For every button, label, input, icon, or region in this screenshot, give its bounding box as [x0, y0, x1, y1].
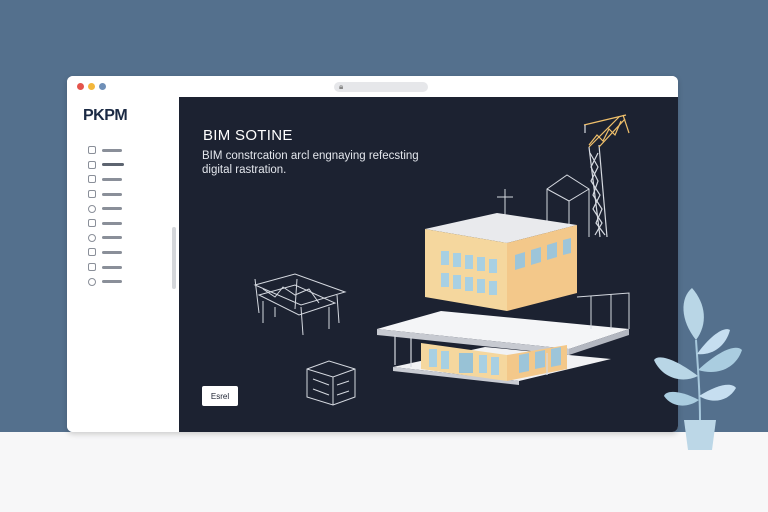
sidebar-item-4[interactable] — [88, 187, 124, 202]
circle-icon — [88, 233, 96, 242]
sidebar-item-5[interactable] — [88, 201, 124, 216]
pencil-icon — [88, 160, 96, 169]
folder-icon — [88, 190, 96, 199]
chart-icon — [88, 204, 96, 213]
sidebar: PKPM — [67, 97, 179, 432]
frame-cage-illustration — [306, 360, 356, 406]
sidebar-item-6[interactable] — [88, 216, 124, 231]
lock-icon: 🔒︎ — [339, 82, 344, 91]
document-icon — [88, 146, 96, 155]
grid-icon — [88, 219, 96, 228]
user-icon — [88, 277, 96, 286]
minimize-window-button[interactable] — [88, 83, 95, 90]
sidebar-nav — [88, 143, 124, 289]
sidebar-item-10[interactable] — [88, 274, 124, 289]
building-illustration — [377, 213, 630, 385]
address-bar[interactable]: 🔒︎ — [334, 82, 428, 92]
crane-illustration — [583, 114, 630, 238]
sidebar-item-7[interactable] — [88, 231, 124, 246]
sidebar-item-8[interactable] — [88, 245, 124, 260]
sidebar-item-2[interactable] — [88, 158, 124, 173]
folder-icon — [88, 175, 96, 184]
maximize-window-button[interactable] — [99, 83, 106, 90]
close-window-button[interactable] — [77, 83, 84, 90]
app-logo: PKPM — [83, 107, 128, 124]
hero-panel: BIM SOTINE BIM constrcation arcl engnayi… — [179, 97, 678, 432]
truss-illustration — [253, 273, 347, 336]
ruler-icon — [88, 248, 96, 257]
sidebar-scrollbar[interactable] — [172, 227, 176, 289]
title-bar: 🔒︎ — [67, 76, 678, 97]
browser-window: 🔒︎ PKPM BIM SOTINE BIM constrcation arcl… — [67, 76, 678, 432]
sidebar-item-9[interactable] — [88, 260, 124, 275]
sidebar-item-1[interactable] — [88, 143, 124, 158]
esrel-button[interactable]: Esrel — [202, 386, 238, 406]
plant-decoration — [654, 288, 742, 450]
sidebar-item-3[interactable] — [88, 172, 124, 187]
calendar-icon — [88, 263, 96, 272]
bim-illustration — [253, 114, 630, 406]
